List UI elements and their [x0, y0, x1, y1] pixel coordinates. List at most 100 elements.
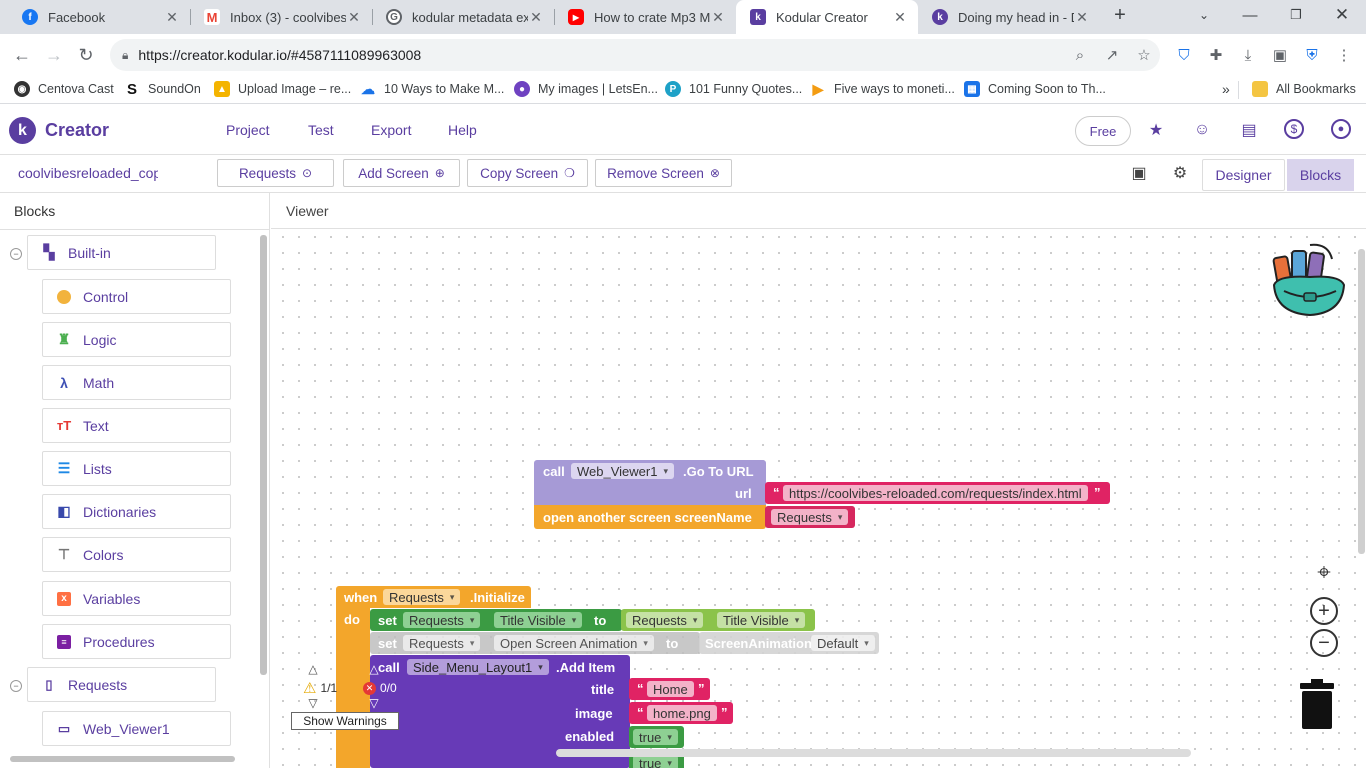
component-dropdown[interactable]: Side_Menu_Layout1: [407, 659, 549, 675]
error-prev-icon[interactable]: △: [366, 662, 382, 676]
share-icon[interactable]: ↗: [1096, 46, 1128, 64]
bookmark-item[interactable]: P 101 Funny Quotes...: [665, 81, 802, 97]
menu-export[interactable]: Export: [371, 122, 411, 138]
remove-screen-button[interactable]: Remove Screen ⊗: [595, 159, 732, 187]
gallery-icon[interactable]: ▣: [1128, 162, 1150, 184]
blocks-tab[interactable]: Blocks: [1287, 159, 1354, 191]
url-text[interactable]: https://creator.kodular.io/#458711108996…: [138, 47, 1064, 63]
bookmark-item[interactable]: S SoundOn: [124, 81, 201, 98]
account-icon[interactable]: ●: [1331, 119, 1351, 139]
tree-dictionaries[interactable]: ◧ Dictionaries: [42, 494, 231, 529]
component-dropdown[interactable]: Requests: [383, 589, 461, 605]
menu-dots-icon[interactable]: ⋮: [1333, 44, 1355, 66]
menu-help[interactable]: Help: [448, 122, 477, 138]
text-block[interactable]: “ Home ”: [629, 678, 710, 700]
download-icon[interactable]: ⤓: [1237, 44, 1259, 66]
trash-icon[interactable]: [1299, 679, 1335, 729]
collapse-toggle-icon[interactable]: −: [10, 248, 22, 260]
zoom-icon[interactable]: ⌕: [1064, 47, 1096, 64]
animation-dropdown[interactable]: Default: [811, 635, 875, 651]
text-block[interactable]: “ https://coolvibes-reloaded.com/request…: [765, 482, 1110, 504]
workspace-horizontal-scrollbar[interactable]: [556, 749, 1191, 757]
brand-title[interactable]: Creator: [45, 120, 109, 141]
tab-kodular-creator[interactable]: k Kodular Creator ✕: [736, 0, 918, 34]
close-icon[interactable]: ✕: [710, 9, 726, 26]
component-dropdown[interactable]: Requests: [626, 612, 704, 628]
tree-web-viewer[interactable]: ▭ Web_Viewer1: [42, 711, 231, 746]
recenter-icon[interactable]: ⌖: [1310, 559, 1338, 587]
lock-icon[interactable]: 🔒︎: [122, 48, 128, 63]
side-panel-icon[interactable]: ▣: [1269, 44, 1291, 66]
boolean-block[interactable]: true: [629, 726, 684, 748]
screen-animation-block[interactable]: ScreenAnimation Default: [699, 632, 879, 654]
boolean-dropdown[interactable]: true: [633, 729, 678, 745]
tree-colors[interactable]: ⊤ Colors: [42, 537, 231, 572]
zoom-in-icon[interactable]: +: [1310, 597, 1338, 625]
tree-text[interactable]: ᴛT Text: [42, 408, 231, 443]
tab-google-search[interactable]: G kodular metadata ext ✕: [372, 0, 554, 34]
bookmark-item[interactable]: ☁ 10 Ways to Make M...: [360, 81, 504, 97]
screen-dropdown[interactable]: Requests: [771, 509, 849, 525]
designer-tab[interactable]: Designer: [1202, 159, 1285, 191]
security-shield-icon[interactable]: ⛨: [1301, 44, 1323, 66]
component-dropdown[interactable]: Requests: [403, 635, 481, 651]
bookmark-star-icon[interactable]: ☆: [1128, 46, 1160, 64]
close-icon[interactable]: ✕: [892, 9, 908, 26]
property-dropdown[interactable]: Title Visible: [494, 612, 583, 628]
bookmark-item[interactable]: ▦ Coming Soon to Th...: [964, 81, 1106, 97]
tree-screen-requests[interactable]: ▯ Requests: [27, 667, 216, 702]
when-initialize-block[interactable]: when Requests .Initialize: [336, 586, 531, 608]
text-block[interactable]: “ home.png ”: [629, 702, 733, 724]
bookmark-item[interactable]: ● My images | LetsEn...: [514, 81, 658, 97]
tree-logic[interactable]: ♜ Logic: [42, 322, 231, 357]
set-screen-animation-block[interactable]: set Requests Open Screen Animation to: [370, 632, 700, 654]
collapse-toggle-icon[interactable]: −: [10, 680, 22, 692]
tree-math[interactable]: λ Math: [42, 365, 231, 400]
warning-next-icon[interactable]: ▽: [305, 696, 321, 710]
screen-select-button[interactable]: Requests ⊙: [217, 159, 334, 187]
panel-scrollbar[interactable]: [260, 235, 267, 675]
url-text-field[interactable]: https://coolvibes-reloaded.com/requests/…: [783, 485, 1088, 501]
kodular-logo-icon[interactable]: k: [9, 117, 36, 144]
tab-kodular-community[interactable]: k Doing my head in - D ✕: [918, 0, 1100, 34]
close-icon[interactable]: ✕: [528, 9, 544, 26]
call-goto-url-block[interactable]: call Web_Viewer1 .Go To URL url: [534, 460, 766, 505]
bookmark-item[interactable]: ◉ Centova Cast: [14, 81, 114, 97]
palette-icon[interactable]: ☺: [1191, 119, 1213, 141]
all-bookmarks[interactable]: All Bookmarks: [1252, 81, 1356, 97]
tree-control[interactable]: Control: [42, 279, 231, 314]
new-tab-button[interactable]: +: [1100, 0, 1140, 30]
error-next-icon[interactable]: ▽: [366, 696, 382, 710]
forward-icon[interactable]: →: [41, 42, 67, 68]
dollar-icon[interactable]: $: [1284, 119, 1304, 139]
screen-name-block[interactable]: Requests: [765, 506, 855, 528]
open-screen-block[interactable]: open another screen screenName: [534, 505, 766, 529]
backpack-icon[interactable]: [1269, 241, 1351, 319]
image-text-field[interactable]: home.png: [647, 705, 717, 721]
back-icon[interactable]: ←: [9, 42, 35, 68]
bookmark-item[interactable]: ▲ Upload Image – re...: [214, 81, 351, 97]
panel-horizontal-scrollbar[interactable]: [10, 756, 235, 762]
extensions-puzzle-icon[interactable]: ✚: [1205, 44, 1227, 66]
blocks-workspace[interactable]: Viewer call Web_Viewer1 .Go To URL url “…: [271, 193, 1366, 768]
component-dropdown[interactable]: Requests: [403, 612, 481, 628]
address-bar[interactable]: 🔒︎ https://creator.kodular.io/#458711108…: [110, 39, 1160, 71]
tree-builtin[interactable]: ▚ Built-in: [27, 235, 216, 270]
tree-variables[interactable]: x Variables: [42, 581, 231, 616]
extension-shield-icon[interactable]: ⛉: [1173, 44, 1195, 66]
close-icon[interactable]: ✕: [1074, 9, 1090, 26]
get-title-visible-block[interactable]: Requests Title Visible: [621, 609, 815, 631]
copy-screen-button[interactable]: Copy Screen ❍: [467, 159, 588, 187]
title-text-field[interactable]: Home: [647, 681, 694, 697]
free-plan-button[interactable]: Free: [1075, 116, 1131, 146]
tab-gmail[interactable]: M Inbox (3) - coolvibes1 ✕: [190, 0, 372, 34]
reload-icon[interactable]: ↻: [73, 42, 99, 68]
component-dropdown[interactable]: Web_Viewer1: [571, 463, 674, 479]
tab-facebook[interactable]: f Facebook ✕: [8, 0, 190, 34]
close-icon[interactable]: ✕: [164, 9, 180, 26]
bookmarks-overflow-icon[interactable]: »: [1222, 81, 1230, 97]
bookmark-item[interactable]: ▶ Five ways to moneti...: [810, 81, 955, 97]
zoom-out-icon[interactable]: −: [1310, 629, 1338, 657]
property-dropdown[interactable]: Title Visible: [717, 612, 806, 628]
tab-search-icon[interactable]: ⌄: [1184, 0, 1224, 30]
